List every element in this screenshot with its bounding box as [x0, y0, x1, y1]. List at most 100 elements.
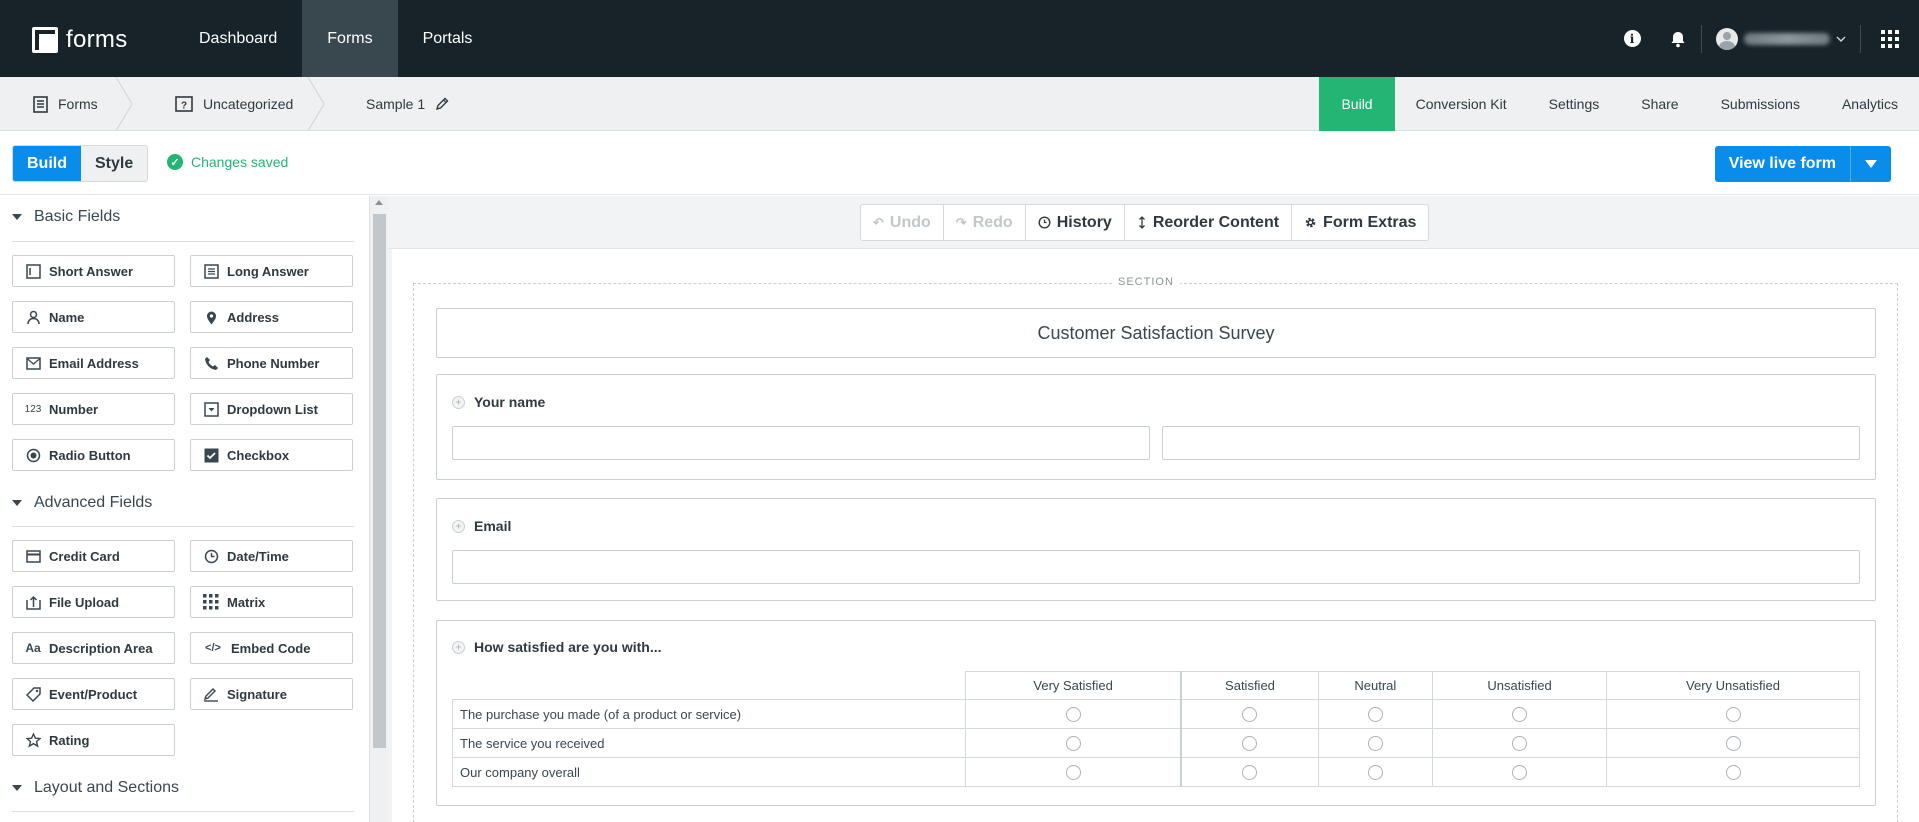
radio-option[interactable]	[1512, 707, 1528, 723]
history-button[interactable]: History	[1026, 205, 1125, 240]
tab-build[interactable]: Build	[1319, 77, 1395, 131]
radio-option[interactable]	[1367, 736, 1383, 752]
scroll-up-arrow-icon[interactable]	[375, 200, 383, 205]
radio-option[interactable]	[1065, 707, 1081, 723]
advanced-fields-toggle[interactable]: Advanced Fields	[12, 494, 152, 512]
field-label: Credit Card	[49, 548, 120, 564]
group-title: Basic Fields	[34, 208, 121, 225]
field-event-product[interactable]: Event/Product	[12, 678, 175, 710]
question-your-name[interactable]: + Your name	[436, 374, 1876, 480]
radio-option[interactable]	[1512, 736, 1528, 752]
field-checkbox[interactable]: Checkbox	[190, 439, 353, 471]
field-name[interactable]: Name	[12, 301, 175, 333]
last-name-input[interactable]	[1162, 426, 1860, 460]
app-logo[interactable]: forms	[32, 26, 128, 54]
radio-option[interactable]	[1367, 765, 1383, 781]
field-dropdown-list[interactable]: Dropdown List	[190, 393, 353, 425]
matrix-row-label: Our company overall	[452, 757, 966, 787]
tab-share[interactable]: Share	[1620, 77, 1699, 131]
divider	[12, 811, 354, 812]
bell-icon	[1671, 31, 1685, 47]
info-button[interactable]: i	[1609, 0, 1655, 77]
question-label: Email	[474, 518, 512, 534]
radio-option[interactable]	[1065, 736, 1081, 752]
field-short-answer[interactable]: Short Answer	[12, 255, 175, 287]
user-name-redacted	[1744, 32, 1830, 45]
view-live-form-button[interactable]: View live form	[1714, 146, 1891, 182]
field-signature[interactable]: Signature	[190, 678, 353, 710]
tab-settings[interactable]: Settings	[1528, 77, 1621, 131]
form-title-block[interactable]: Customer Satisfaction Survey	[436, 308, 1876, 358]
tab-analytics[interactable]: Analytics	[1821, 77, 1919, 131]
field-label: Date/Time	[227, 548, 289, 564]
field-phone-number[interactable]: Phone Number	[190, 347, 353, 379]
breadcrumb-forms[interactable]: Forms	[0, 77, 133, 131]
tab-submissions[interactable]: Submissions	[1700, 77, 1821, 131]
reorder-content-button[interactable]: Reorder Content	[1125, 205, 1293, 240]
field-matrix[interactable]: Matrix	[190, 586, 353, 618]
radio-option[interactable]	[1725, 765, 1741, 781]
build-mode-button[interactable]: Build	[13, 146, 81, 181]
top-navigation-bar: forms Dashboard Forms Portals i	[0, 0, 1919, 77]
radio-option[interactable]	[1065, 765, 1081, 781]
field-embed-code[interactable]: </> Embed Code	[190, 632, 353, 664]
notifications-button[interactable]	[1655, 0, 1701, 77]
breadcrumb-form-name[interactable]: Sample 1	[325, 77, 449, 131]
redo-label: Redo	[972, 213, 1013, 231]
drag-handle-icon[interactable]: +	[452, 519, 465, 533]
view-live-form-label[interactable]: View live form	[1715, 146, 1851, 182]
layout-sections-toggle[interactable]: Layout and Sections	[12, 779, 179, 797]
scrollbar-thumb[interactable]	[373, 214, 386, 748]
radio-icon	[25, 447, 41, 463]
field-radio-button[interactable]: Radio Button	[12, 439, 175, 471]
redo-icon: ↷	[955, 214, 967, 230]
live-form-dropdown[interactable]	[1851, 146, 1891, 182]
user-menu[interactable]	[1702, 0, 1860, 77]
apps-grid-icon	[1881, 29, 1899, 48]
nav-portals[interactable]: Portals	[398, 0, 498, 77]
radio-option[interactable]	[1367, 707, 1383, 723]
basic-fields-toggle[interactable]: Basic Fields	[12, 208, 120, 226]
field-long-answer[interactable]: Long Answer	[190, 255, 353, 287]
field-description-area[interactable]: Aa Description Area	[12, 632, 175, 664]
breadcrumb-separator	[307, 77, 325, 131]
redo-button[interactable]: ↷ Redo	[944, 205, 1026, 240]
radio-option[interactable]	[1725, 736, 1741, 752]
question-label: Your name	[474, 394, 546, 410]
history-icon	[1038, 216, 1051, 229]
drag-handle-icon[interactable]: +	[452, 640, 465, 654]
question-satisfaction-matrix[interactable]: + How satisfied are you with... Very Sat…	[436, 620, 1876, 806]
tab-conversion-kit[interactable]: Conversion Kit	[1395, 77, 1528, 131]
field-rating[interactable]: Rating	[12, 724, 175, 756]
radio-option[interactable]	[1725, 707, 1741, 723]
form-extras-button[interactable]: Form Extras	[1292, 205, 1428, 240]
palette-scrollbar[interactable]	[370, 196, 388, 822]
breadcrumb-uncategorized[interactable]: ? Uncategorized	[133, 77, 325, 131]
drag-handle-icon[interactable]: +	[452, 395, 465, 409]
matrix-cell	[1606, 728, 1860, 758]
field-address[interactable]: Address	[190, 301, 353, 333]
radio-option[interactable]	[1242, 707, 1258, 723]
dropdown-icon	[203, 401, 219, 417]
person-icon	[25, 309, 41, 325]
radio-option[interactable]	[1242, 736, 1258, 752]
save-status-text: Changes saved	[191, 154, 289, 170]
reorder-label: Reorder Content	[1152, 213, 1280, 231]
radio-option[interactable]	[1512, 765, 1528, 781]
apps-button[interactable]	[1861, 0, 1919, 77]
style-mode-button[interactable]: Style	[81, 146, 148, 181]
field-number[interactable]: 123 Number	[12, 393, 175, 425]
email-input[interactable]	[452, 550, 1860, 584]
field-credit-card[interactable]: Credit Card	[12, 540, 175, 572]
question-email[interactable]: + Email	[436, 498, 1876, 601]
undo-button[interactable]: ↶ Undo	[861, 205, 944, 240]
nav-dashboard[interactable]: Dashboard	[174, 0, 302, 77]
nav-forms[interactable]: Forms	[302, 0, 398, 77]
field-email-address[interactable]: Email Address	[12, 347, 175, 379]
field-date-time[interactable]: Date/Time	[190, 540, 353, 572]
radio-option[interactable]	[1242, 765, 1258, 781]
first-name-input[interactable]	[452, 426, 1150, 460]
field-file-upload[interactable]: File Upload	[12, 586, 175, 618]
pencil-icon[interactable]	[435, 97, 449, 111]
collapse-triangle-icon	[12, 214, 22, 220]
